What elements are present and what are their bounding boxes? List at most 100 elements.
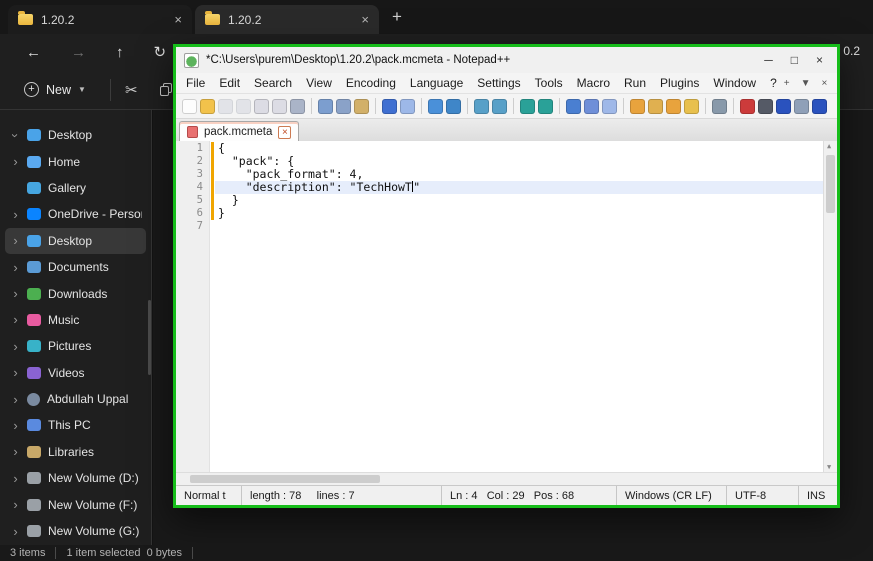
- chevron-right-icon[interactable]: ›: [11, 233, 20, 248]
- chevron-right-icon[interactable]: ›: [11, 497, 20, 512]
- tab-close-all-icon[interactable]: ×: [822, 78, 828, 89]
- explorer-tab[interactable]: 1.20.2×: [8, 5, 192, 34]
- close-button[interactable]: ×: [816, 53, 823, 67]
- sidebar-item-onedrive-personal[interactable]: ›OneDrive - Personal: [5, 201, 146, 227]
- open-folder-icon[interactable]: [200, 99, 215, 114]
- chevron-right-icon[interactable]: ›: [11, 312, 20, 327]
- sidebar-item-downloads[interactable]: ›Downloads: [5, 280, 146, 306]
- chevron-right-icon[interactable]: ›: [11, 154, 20, 169]
- chevron-down-icon[interactable]: ›: [8, 131, 23, 140]
- replace-icon[interactable]: [446, 99, 461, 114]
- explorer-tab[interactable]: 1.20.2×: [195, 5, 379, 34]
- chevron-right-icon[interactable]: ›: [11, 286, 20, 301]
- menu-edit[interactable]: Edit: [212, 76, 247, 90]
- new-tab-button[interactable]: +: [392, 7, 402, 27]
- sidebar-item-abdullah-uppal[interactable]: ›Abdullah Uppal: [5, 386, 146, 412]
- menu-tools[interactable]: Tools: [528, 76, 570, 90]
- code-line[interactable]: }: [215, 194, 823, 207]
- paste-icon[interactable]: [354, 99, 369, 114]
- zoom-out-icon[interactable]: [492, 99, 507, 114]
- run-macro-multiple-icon[interactable]: [812, 99, 827, 114]
- chevron-right-icon[interactable]: ›: [11, 524, 20, 539]
- horizontal-scrollbar[interactable]: [176, 472, 837, 485]
- sidebar-item-this-pc[interactable]: ›This PC: [5, 412, 146, 438]
- document-tab[interactable]: pack.mcmeta ×: [179, 121, 299, 142]
- menu-search[interactable]: Search: [247, 76, 299, 90]
- menu-encoding[interactable]: Encoding: [339, 76, 403, 90]
- document-list-icon[interactable]: [666, 99, 681, 114]
- menu-view[interactable]: View: [299, 76, 339, 90]
- sync-horizontal-icon[interactable]: [538, 99, 553, 114]
- code-line[interactable]: "description": "TechHowT": [215, 181, 823, 194]
- chevron-right-icon[interactable]: ›: [11, 444, 20, 459]
- sync-vertical-icon[interactable]: [520, 99, 535, 114]
- print-icon[interactable]: [290, 99, 305, 114]
- tab-new-icon[interactable]: +: [784, 78, 790, 89]
- zoom-in-icon[interactable]: [474, 99, 489, 114]
- chevron-right-icon[interactable]: ›: [11, 339, 20, 354]
- insert-mode-status[interactable]: INS: [799, 486, 837, 505]
- sidebar-item-desktop[interactable]: ›Desktop: [5, 228, 146, 254]
- eol-format-status[interactable]: Windows (CR LF): [617, 486, 727, 505]
- menu-settings[interactable]: Settings: [470, 76, 527, 90]
- menu-file[interactable]: File: [179, 76, 212, 90]
- undo-icon[interactable]: [382, 99, 397, 114]
- folder-as-workspace-icon[interactable]: [684, 99, 699, 114]
- menu-language[interactable]: Language: [403, 76, 470, 90]
- chevron-right-icon[interactable]: ›: [11, 392, 20, 407]
- chevron-right-icon[interactable]: ›: [11, 471, 20, 486]
- save-all-icon[interactable]: [236, 99, 251, 114]
- horizontal-scrollbar-thumb[interactable]: [190, 475, 380, 483]
- function-list-icon[interactable]: [630, 99, 645, 114]
- sidebar-item-music[interactable]: ›Music: [5, 307, 146, 333]
- sidebar-item-home[interactable]: ›Home: [5, 148, 146, 174]
- menu-window[interactable]: Window: [706, 76, 763, 90]
- redo-icon[interactable]: [400, 99, 415, 114]
- chevron-right-icon[interactable]: ›: [11, 365, 20, 380]
- encoding-status[interactable]: UTF-8: [727, 486, 799, 505]
- code-line[interactable]: [215, 220, 823, 233]
- code-line[interactable]: {: [215, 142, 823, 155]
- maximize-button[interactable]: □: [791, 53, 798, 67]
- sidebar-item-pictures[interactable]: ›Pictures: [5, 333, 146, 359]
- npp-title-bar[interactable]: *C:\Users\purem\Desktop\1.20.2\pack.mcme…: [176, 47, 837, 73]
- tab-close-icon[interactable]: ×: [174, 13, 182, 26]
- code-line[interactable]: }: [215, 207, 823, 220]
- menu-run[interactable]: Run: [617, 76, 653, 90]
- stop-recording-icon[interactable]: [758, 99, 773, 114]
- document-map-icon[interactable]: [648, 99, 663, 114]
- show-all-characters-icon[interactable]: [584, 99, 599, 114]
- menu-[interactable]: ?: [763, 76, 784, 90]
- refresh-icon[interactable]: ↻: [154, 43, 167, 61]
- copy-icon[interactable]: [160, 83, 172, 96]
- close-all-documents-icon[interactable]: [272, 99, 287, 114]
- new-button[interactable]: + New ▼: [14, 76, 96, 103]
- save-macro-icon[interactable]: [794, 99, 809, 114]
- monitoring-icon[interactable]: [712, 99, 727, 114]
- cut-icon[interactable]: ✂: [125, 81, 138, 99]
- up-icon[interactable]: ↑: [116, 44, 124, 61]
- tab-close-icon[interactable]: ×: [361, 13, 369, 26]
- cut-icon[interactable]: [318, 99, 333, 114]
- npp-editor[interactable]: 1234567 { "pack": { "pack_format": 4, "d…: [176, 141, 837, 472]
- sidebar-item-new-volume-f[interactable]: ›New Volume (F:): [5, 491, 146, 517]
- vertical-scrollbar-thumb[interactable]: [826, 155, 835, 213]
- tab-list-icon[interactable]: ▼: [801, 78, 811, 89]
- menu-macro[interactable]: Macro: [570, 76, 617, 90]
- chevron-right-icon[interactable]: ›: [11, 418, 20, 433]
- record-macro-icon[interactable]: [740, 99, 755, 114]
- menu-plugins[interactable]: Plugins: [653, 76, 706, 90]
- minimize-button[interactable]: ─: [764, 53, 773, 67]
- sidebar-item-desktop[interactable]: ›Desktop: [5, 122, 146, 148]
- sidebar-item-new-volume-g[interactable]: ›New Volume (G:): [5, 518, 146, 544]
- sidebar-item-documents[interactable]: ›Documents: [5, 254, 146, 280]
- sidebar-item-libraries[interactable]: ›Libraries: [5, 439, 146, 465]
- close-document-icon[interactable]: [254, 99, 269, 114]
- sidebar-item-gallery[interactable]: Gallery: [5, 175, 146, 201]
- back-icon[interactable]: ←: [26, 44, 41, 61]
- copy-icon[interactable]: [336, 99, 351, 114]
- new-file-icon[interactable]: [182, 99, 197, 114]
- indent-guide-icon[interactable]: [602, 99, 617, 114]
- editor-code[interactable]: { "pack": { "pack_format": 4, "descripti…: [215, 141, 823, 472]
- playback-macro-icon[interactable]: [776, 99, 791, 114]
